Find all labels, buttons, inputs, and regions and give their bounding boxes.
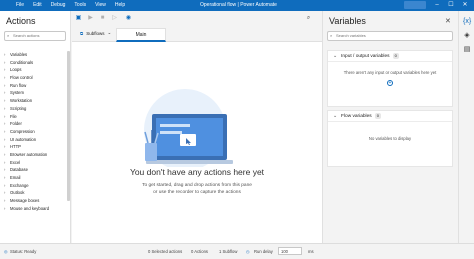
user-account[interactable] [404, 1, 426, 9]
actions-title: Actions [6, 16, 36, 26]
window-title: Operational flow | Power Automate [200, 2, 277, 8]
screen-line-icon [160, 124, 190, 127]
flow-variables-section: ⌄ Flow variables 0 No variables to display [327, 110, 453, 167]
io-variables-count: 0 [392, 53, 399, 59]
search-icon: ⌕ [330, 33, 333, 38]
action-group-browser-automation[interactable]: › Browser automation [4, 151, 70, 159]
empty-state-description: To get started, drag and drop actions fr… [72, 183, 322, 196]
variables-search[interactable]: ⌕ [327, 31, 453, 41]
action-group-http[interactable]: › HTTP [4, 143, 70, 151]
io-variables-header[interactable]: ⌄ Input / output variables 0 [328, 51, 452, 62]
add-variable-icon[interactable]: + [387, 80, 393, 86]
menu-file[interactable]: File [16, 2, 24, 8]
actions-panel: Actions ⌕ ›Variables ›Conditionals ›Loop… [0, 11, 71, 243]
minimize-icon[interactable]: – [433, 1, 441, 9]
action-group-workstation[interactable]: › Workstation [4, 97, 70, 105]
timer-icon: ◷ [246, 249, 250, 254]
recorder-icon[interactable]: ◉ [125, 15, 132, 22]
status-icon: ◎ [4, 249, 8, 254]
run-delay-input[interactable]: 100 [278, 247, 302, 255]
subflows-icon: ⧉ [80, 30, 84, 36]
flow-variables-header[interactable]: ⌄ Flow variables 0 [328, 111, 452, 122]
maximize-icon[interactable]: ☐ [447, 1, 455, 9]
run-delay-unit: ms [308, 249, 314, 254]
menu-edit[interactable]: Edit [33, 2, 42, 8]
status-bar: ◎ Status: Ready 0 Selected actions 0 Act… [0, 243, 474, 259]
subflows-count: 1 Subflow [219, 249, 238, 254]
menu-view[interactable]: View [95, 2, 106, 8]
menu-help[interactable]: Help [115, 2, 125, 8]
laptop-base [146, 160, 233, 164]
empty-state-line-2: or use the recorder to capture the actio… [153, 189, 241, 195]
title-bar: File Edit Debug Tools View Help Operatio… [0, 0, 474, 11]
io-variables-label: Input / output variables [341, 54, 390, 59]
io-variables-empty-message: There aren't any input or output variabl… [343, 70, 437, 75]
action-group-excel[interactable]: › Excel [4, 159, 70, 167]
chevron-down-icon: ⌄ [333, 54, 338, 59]
status-text: Status: Ready [10, 249, 37, 254]
save-icon[interactable]: ▣ [75, 15, 82, 22]
action-group-loops[interactable]: › Loops [4, 66, 70, 74]
action-group-variables[interactable]: › Variables [4, 51, 70, 59]
menu-debug[interactable]: Debug [51, 2, 66, 8]
designer-toolbar: ▣ ▶ ■ ▷ ◉ ⌕ [72, 11, 322, 28]
empty-state-illustration [144, 89, 233, 167]
action-group-conditionals[interactable]: › Conditionals [4, 59, 70, 67]
pencil-cup-icon [145, 143, 157, 161]
flow-variables-empty-message: No variables to display [368, 136, 412, 141]
right-rail: {x} ◈ ▤ [458, 11, 474, 243]
empty-state-title: You don't have any actions here yet [129, 167, 265, 177]
flow-variables-count: 0 [374, 113, 381, 119]
action-group-exchange[interactable]: › Exchange [4, 182, 70, 190]
search-icon: ⌕ [7, 33, 10, 38]
action-group-folder[interactable]: › Folder [4, 120, 70, 128]
ui-elements-icon[interactable]: ◈ [463, 32, 471, 40]
actions-search-input[interactable] [13, 33, 63, 38]
action-group-scripting[interactable]: › Scripting [4, 105, 70, 113]
menu-bar: File Edit Debug Tools View Help [16, 2, 125, 8]
actions-count: 0 Actions [191, 249, 208, 254]
action-group-run-flow[interactable]: › Run flow [4, 82, 70, 90]
run-icon[interactable]: ▶ [87, 15, 94, 22]
action-group-system[interactable]: › System [4, 89, 70, 97]
variables-pane-icon[interactable]: {x} [463, 18, 471, 26]
step-icon[interactable]: ▷ [111, 15, 118, 22]
chevron-down-icon: ⌄ [333, 114, 338, 119]
variables-title: Variables [329, 16, 366, 26]
flow-canvas[interactable]: You don't have any actions here yet To g… [72, 42, 322, 243]
action-group-file[interactable]: › File [4, 113, 70, 121]
run-delay-label: Run delay [254, 249, 273, 254]
images-icon[interactable]: ▤ [463, 46, 471, 54]
close-window-icon[interactable]: ✕ [461, 1, 469, 9]
subflow-tabbar: ⧉ Subflows ⌄ Main [72, 28, 322, 42]
subflows-dropdown[interactable]: ⧉ Subflows ⌄ [80, 30, 111, 36]
actions-search[interactable]: ⌕ [4, 31, 66, 41]
io-variables-section: ⌄ Input / output variables 0 There aren't … [327, 50, 453, 107]
tab-main[interactable]: Main [116, 28, 166, 42]
search-icon[interactable]: ⌕ [305, 15, 312, 22]
variables-panel: Variables ✕ ⌕ ⌄Input / output variables0… [322, 11, 458, 243]
flow-variables-label: Flow variables [341, 114, 372, 119]
action-group-ui-automation[interactable]: › UI automation [4, 136, 70, 144]
action-group-flow-control[interactable]: › Flow control [4, 74, 70, 82]
action-group-compression[interactable]: › Compression [4, 128, 70, 136]
close-icon[interactable]: ✕ [445, 17, 451, 25]
actions-scrollbar[interactable] [67, 51, 70, 201]
actions-tree: › Variables › Conditionals › Loops › Flow co… [4, 51, 70, 212]
chevron-down-icon: ⌄ [107, 30, 112, 35]
action-group-outlook[interactable]: › Outlook [4, 189, 70, 197]
menu-tools[interactable]: Tools [74, 2, 86, 8]
action-group-database[interactable]: › Database [4, 166, 70, 174]
stop-icon[interactable]: ■ [99, 15, 106, 22]
action-group-message-boxes[interactable]: › Message boxes [4, 197, 70, 205]
screen-line-icon [160, 131, 182, 134]
subflows-label: Subflows [86, 30, 105, 36]
action-group-mouse-and-keyboard[interactable]: › Mouse and keyboard [4, 205, 70, 213]
variables-search-input[interactable] [336, 33, 386, 38]
action-group-email[interactable]: › Email [4, 174, 70, 182]
selected-actions-count: 0 Selected actions [148, 249, 183, 254]
